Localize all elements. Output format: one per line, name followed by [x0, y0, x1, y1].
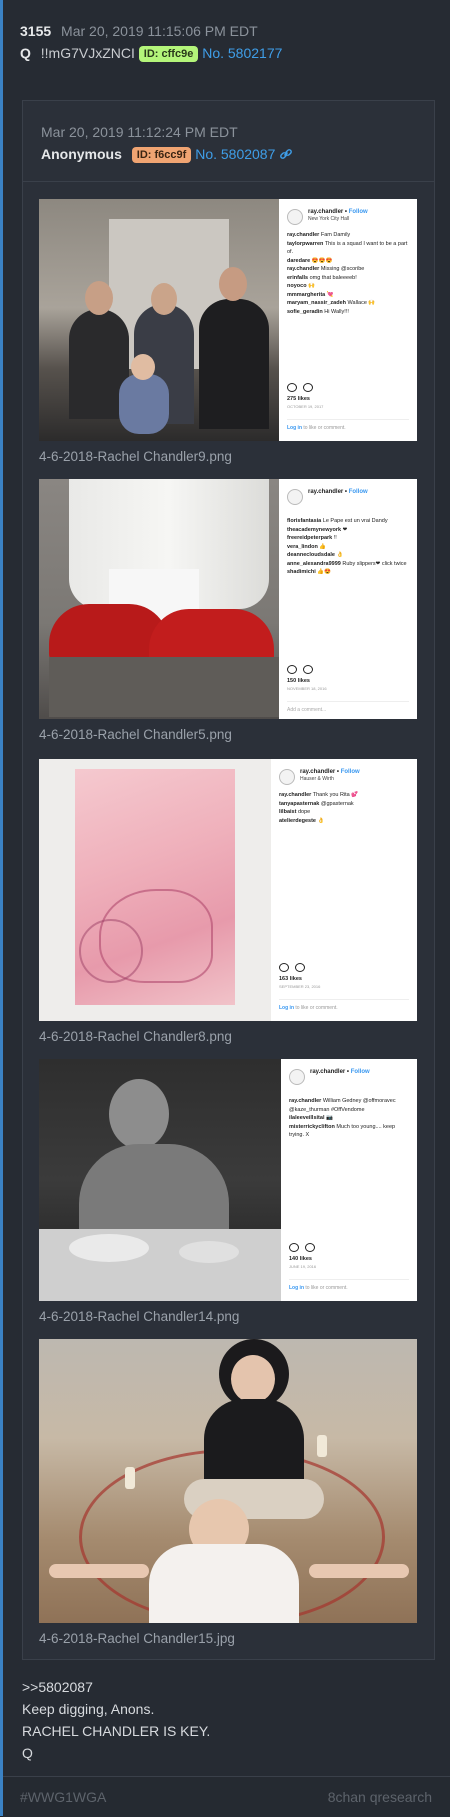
quoted-poster-name: Anonymous: [41, 146, 122, 162]
ig-likes: 275 likes: [287, 396, 310, 402]
tripcode: !!mG7VJxZNCI: [40, 45, 135, 61]
photo-pink-painting: [39, 759, 271, 1021]
ig-follow[interactable]: Follow: [349, 209, 368, 215]
q-post: 3155 Mar 20, 2019 11:15:06 PM EDT Q !!mG…: [0, 0, 450, 1817]
quoted-timestamp: Mar 20, 2019 11:12:24 PM EDT: [41, 124, 238, 140]
ig-date: SEPTEMBER 23, 2016: [279, 984, 321, 989]
ig-comments: ray.chandler Fam Damily taylorpwarren Th…: [287, 232, 408, 315]
attachment-filename[interactable]: 4-6-2018-Rachel Chandler5.png: [39, 727, 417, 742]
quoted-id-badge[interactable]: ID: f6cc9f: [131, 147, 192, 163]
ig-login-link[interactable]: Log in: [289, 1285, 304, 1291]
body-line: Q: [22, 1745, 33, 1761]
ig-follow[interactable]: Follow: [349, 489, 368, 495]
ig-follow[interactable]: Follow: [351, 1069, 370, 1075]
attachment-image[interactable]: [39, 1339, 417, 1623]
avatar: [287, 209, 303, 225]
body-line: Keep digging, Anons.: [22, 1701, 155, 1717]
instagram-panel: ray.chandler • Follow Hauser & Wirth ray…: [271, 759, 417, 1021]
ig-username[interactable]: ray.chandler: [300, 769, 335, 775]
ig-username[interactable]: ray.chandler: [308, 209, 343, 215]
post-footer: #WWG1WGA 8chan qresearch: [3, 1776, 450, 1817]
hashtag: #WWG1WGA: [20, 1789, 107, 1805]
poster-id-badge[interactable]: ID: cffc9e: [138, 46, 199, 62]
ig-location: New York City Hall: [308, 216, 350, 222]
attachment-filename[interactable]: 4-6-2018-Rachel Chandler9.png: [39, 449, 417, 464]
ig-username[interactable]: ray.chandler: [308, 489, 343, 495]
comment-icon[interactable]: [305, 1243, 315, 1252]
attachment-3: ray.chandler • Follow Hauser & Wirth ray…: [39, 759, 417, 1044]
post-number: 3155: [20, 23, 52, 39]
quoted-post: Mar 20, 2019 11:12:24 PM EDT Anonymous I…: [22, 100, 435, 1660]
attachment-filename[interactable]: 4-6-2018-Rachel Chandler15.jpg: [39, 1631, 417, 1646]
ig-follow[interactable]: Follow: [341, 769, 360, 775]
ig-likes: 140 likes: [289, 1256, 312, 1262]
reply-link[interactable]: >>5802087: [22, 1676, 210, 1698]
ig-username[interactable]: ray.chandler: [310, 1069, 345, 1075]
photo-group-portrait: [39, 199, 279, 441]
source-label: 8chan qresearch: [327, 1789, 432, 1805]
ig-date: OCTOBER 19, 2017: [287, 404, 324, 409]
ig-comments: ray.chandler William Gedney @offmoravec …: [289, 1098, 396, 1138]
post-timestamp: Mar 20, 2019 11:15:06 PM EDT: [61, 23, 258, 39]
heart-icon[interactable]: [287, 383, 297, 392]
instagram-panel: ray.chandler • Follow ray.chandler Willi…: [281, 1059, 417, 1301]
ig-comments: florisfantasia Le Pape est un vrai Dandy…: [287, 518, 407, 575]
attachment-2: ray.chandler • Follow florisfantasia Le …: [39, 479, 417, 742]
attachment-image[interactable]: ray.chandler • Follow florisfantasia Le …: [39, 479, 417, 719]
attachment-4: ray.chandler • Follow ray.chandler Willi…: [39, 1059, 417, 1324]
ig-likes: 163 likes: [279, 976, 302, 982]
comment-icon[interactable]: [303, 665, 313, 674]
quoted-header-divider: [23, 181, 434, 182]
attachment-image[interactable]: ray.chandler • Follow New York City Hall…: [39, 199, 417, 441]
link-icon[interactable]: [279, 146, 293, 162]
ig-date: JUNE 19, 2016: [289, 1264, 317, 1269]
ig-login-link[interactable]: Log in: [279, 1005, 294, 1011]
post-number-link[interactable]: No. 5802177: [202, 45, 282, 61]
avatar: [289, 1069, 305, 1085]
attachment-filename[interactable]: 4-6-2018-Rachel Chandler14.png: [39, 1309, 417, 1324]
comment-icon[interactable]: [295, 963, 305, 972]
ig-likes: 150 likes: [287, 678, 310, 684]
ig-login-link[interactable]: Log in: [287, 425, 302, 431]
instagram-panel: ray.chandler • Follow florisfantasia Le …: [279, 479, 417, 719]
ig-comments: ray.chandler Thank you Rita 💕 tanyapaste…: [279, 792, 359, 824]
ig-add-comment[interactable]: Add a comment...: [287, 707, 326, 713]
heart-icon[interactable]: [289, 1243, 299, 1252]
attachment-1: ray.chandler • Follow New York City Hall…: [39, 199, 417, 464]
photo-red-shoes: [39, 479, 279, 719]
attachment-image[interactable]: ray.chandler • Follow ray.chandler Willi…: [39, 1059, 417, 1301]
post-header: 3155 Mar 20, 2019 11:15:06 PM EDT Q !!mG…: [20, 20, 282, 64]
attachment-5: 4-6-2018-Rachel Chandler15.jpg: [39, 1339, 417, 1646]
post-body: >>5802087 Keep digging, Anons. RACHEL CH…: [22, 1676, 210, 1764]
avatar: [279, 769, 295, 785]
quoted-post-header: Mar 20, 2019 11:12:24 PM EDT Anonymous I…: [41, 121, 293, 165]
instagram-panel: ray.chandler • Follow New York City Hall…: [279, 199, 417, 441]
heart-icon[interactable]: [287, 665, 297, 674]
attachment-image[interactable]: ray.chandler • Follow Hauser & Wirth ray…: [39, 759, 417, 1021]
avatar: [287, 489, 303, 505]
heart-icon[interactable]: [279, 963, 289, 972]
poster-name: Q: [20, 45, 31, 61]
attachment-filename[interactable]: 4-6-2018-Rachel Chandler8.png: [39, 1029, 417, 1044]
photo-bw-boy: [39, 1059, 281, 1301]
body-line: RACHEL CHANDLER IS KEY.: [22, 1723, 211, 1739]
ig-location: Hauser & Wirth: [300, 776, 334, 782]
ig-date: NOVEMBER 18, 2016: [287, 686, 327, 691]
photo-girls-floor: [39, 1339, 417, 1623]
comment-icon[interactable]: [303, 383, 313, 392]
quoted-post-number-link[interactable]: No. 5802087: [195, 146, 275, 162]
